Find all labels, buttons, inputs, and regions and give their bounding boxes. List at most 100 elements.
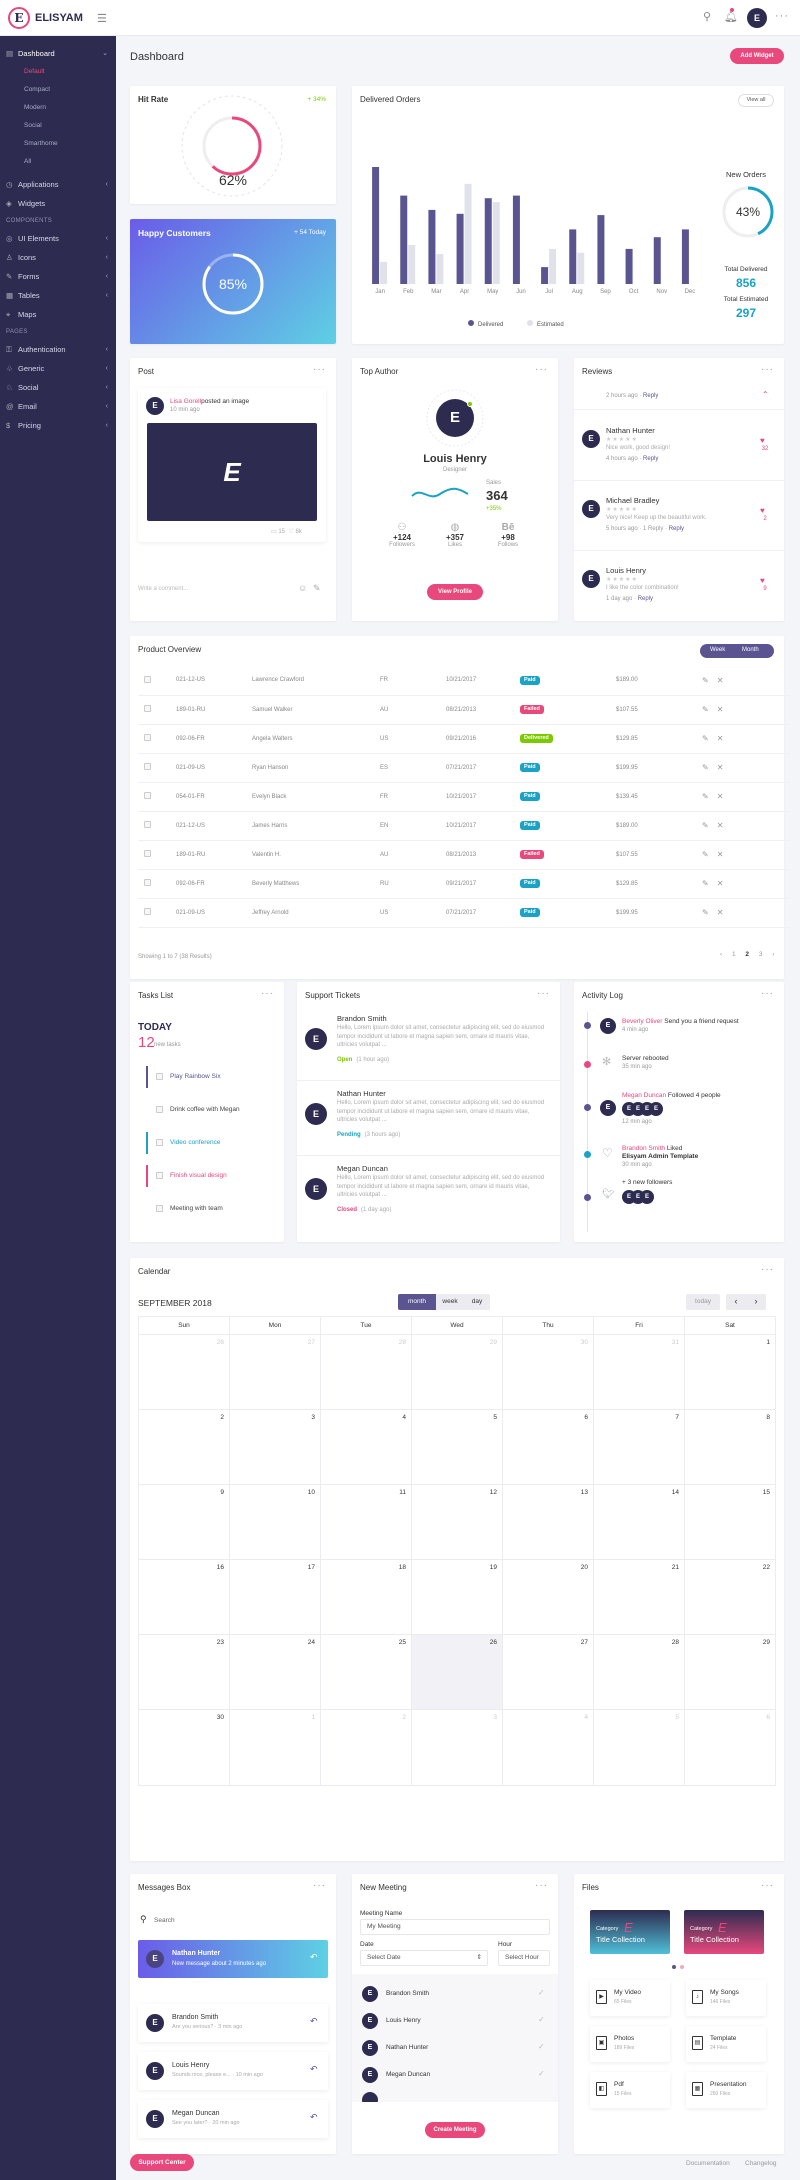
more-icon[interactable]: ···	[761, 1264, 774, 1275]
collection-card-1[interactable]: Category Title Collection E	[590, 1910, 670, 1954]
activity-target[interactable]: Elisyam Admin Template	[622, 1153, 698, 1160]
ticket-name[interactable]: Nathan Hunter	[337, 1089, 386, 1098]
avatar[interactable]: E	[305, 1103, 327, 1125]
calendar-day-cell[interactable]: 1	[230, 1710, 321, 1785]
page-2[interactable]: 2	[745, 951, 749, 958]
task-checkbox[interactable]	[156, 1172, 163, 1179]
calendar-day-cell[interactable]: 20	[503, 1560, 594, 1634]
message-search-input[interactable]: Search	[154, 1917, 175, 1924]
calendar-day-cell[interactable]: 26	[412, 1635, 503, 1709]
calendar-day-cell[interactable]: 25	[321, 1635, 412, 1709]
message-highlight[interactable]: E Nathan Hunter New message about 2 minu…	[138, 1940, 328, 1978]
search-icon[interactable]: ⚲	[703, 10, 711, 23]
view-day[interactable]: day	[464, 1294, 490, 1310]
sidebar-item-forms[interactable]: ✎ Forms ‹	[0, 267, 116, 286]
bar-estimated[interactable]	[577, 252, 585, 284]
bar-delivered[interactable]	[484, 198, 492, 284]
meeting-person[interactable]: E Megan Duncan ✓	[352, 2065, 558, 2087]
sidebar-item-pricing[interactable]: $ Pricing ‹	[0, 416, 116, 435]
task-item[interactable]: Meeting with team	[154, 1196, 294, 1222]
avatar[interactable]: E	[649, 1102, 663, 1116]
delete-icon[interactable]: ✕	[717, 676, 724, 685]
message-item[interactable]: E Louis Henry Sounds nice, please e... · 1…	[138, 2052, 328, 2090]
sidebar-sub-smarthome[interactable]: Smarthome	[0, 135, 116, 153]
next-icon[interactable]: ›	[772, 951, 774, 958]
view-profile-button[interactable]: View Profile	[427, 584, 483, 600]
calendar-day-cell[interactable]: 6	[685, 1710, 775, 1785]
edit-icon[interactable]: ✎	[702, 879, 709, 888]
reply-icon[interactable]: ↶	[310, 2112, 318, 2123]
meeting-name-input[interactable]: My Meeting	[360, 1919, 550, 1935]
calendar-day-cell[interactable]: 5	[412, 1410, 503, 1484]
calendar-day-cell[interactable]: 28	[594, 1635, 685, 1709]
sidebar-item-icons[interactable]: ♙ Icons ‹	[0, 248, 116, 267]
delete-icon[interactable]: ✕	[717, 705, 724, 714]
sidebar-sub-social[interactable]: Social	[0, 117, 116, 135]
post-author[interactable]: Lisa Gorell	[170, 398, 201, 405]
check-icon[interactable]: ✓	[538, 2015, 545, 2024]
page-3[interactable]: 3	[759, 951, 763, 958]
sidebar-item-widgets[interactable]: ◈ Widgets	[0, 194, 116, 213]
calendar-day-cell[interactable]: 3	[230, 1410, 321, 1484]
avatar[interactable]: E	[582, 430, 600, 448]
row-checkbox[interactable]	[144, 675, 151, 683]
bar-delivered[interactable]	[569, 229, 577, 284]
meeting-person[interactable]: E Nathan Hunter ✓	[352, 2038, 558, 2060]
changelog-link[interactable]: Changelog	[745, 2160, 776, 2167]
ticket-name[interactable]: Megan Duncan	[337, 1164, 388, 1173]
page-1[interactable]: 1	[732, 951, 736, 958]
calendar-day-cell[interactable]: 8	[685, 1410, 775, 1484]
task-checkbox[interactable]	[156, 1106, 163, 1113]
month-toggle[interactable]: Month	[742, 647, 759, 653]
calendar-day-cell[interactable]: 4	[503, 1710, 594, 1785]
bar-estimated[interactable]	[492, 202, 500, 284]
bar-estimated[interactable]	[408, 245, 416, 284]
calendar-day-cell[interactable]: 30	[139, 1710, 230, 1785]
calendar-day-cell[interactable]: 5	[594, 1710, 685, 1785]
calendar-day-cell[interactable]: 15	[685, 1485, 775, 1559]
task-checkbox[interactable]	[156, 1205, 163, 1212]
bar-delivered[interactable]	[681, 229, 689, 284]
edit-icon[interactable]: ✎	[702, 676, 709, 685]
more-icon[interactable]: ···	[761, 364, 774, 375]
delete-icon[interactable]: ✕	[717, 763, 724, 772]
activity-user[interactable]: Megan Duncan	[622, 1092, 666, 1099]
delete-icon[interactable]: ✕	[717, 792, 724, 801]
reply-link[interactable]: Reply	[669, 526, 684, 532]
meeting-person[interactable]: E Louis Henry ✓	[352, 2011, 558, 2033]
sidebar-item-generic[interactable]: ♧ Generic ‹	[0, 359, 116, 378]
sidebar-item-ui-elements[interactable]: ◎ UI Elements ‹	[0, 229, 116, 248]
row-checkbox[interactable]	[144, 879, 151, 886]
calendar-day-cell[interactable]: 14	[594, 1485, 685, 1559]
emoji-icon[interactable]: ☺	[298, 583, 307, 593]
heart-icon[interactable]: ♥	[760, 506, 765, 515]
bar-estimated[interactable]	[380, 261, 388, 284]
sidebar-item-dashboard[interactable]: ▤ Dashboard ⌄	[0, 44, 116, 63]
delete-icon[interactable]: ✕	[717, 908, 724, 917]
calendar-day-cell[interactable]: 4	[321, 1410, 412, 1484]
calendar-day-cell[interactable]: 29	[685, 1635, 775, 1709]
delete-icon[interactable]: ✕	[717, 821, 724, 830]
edit-icon[interactable]: ✎	[702, 908, 709, 917]
calendar-day-cell[interactable]: 19	[412, 1560, 503, 1634]
edit-icon[interactable]: ✎	[702, 705, 709, 714]
calendar-day-cell[interactable]: 23	[139, 1635, 230, 1709]
calendar-day-cell[interactable]: 2	[321, 1710, 412, 1785]
row-checkbox[interactable]	[144, 734, 151, 741]
sidebar-item-authentication[interactable]: ⚿ Authentication ‹	[0, 340, 116, 359]
bar-delivered[interactable]	[512, 195, 520, 284]
calendar-day-cell[interactable]: 29	[412, 1335, 503, 1409]
post-image[interactable]: E	[147, 423, 317, 521]
bar-delivered[interactable]	[653, 237, 661, 284]
check-icon[interactable]: ✓	[538, 2069, 545, 2078]
heart-icon[interactable]: ♥	[760, 576, 765, 585]
check-icon[interactable]: ✓	[538, 1988, 545, 1997]
prev-icon[interactable]: ‹	[720, 951, 722, 958]
sidebar-item-tables[interactable]: ▦ Tables ‹	[0, 286, 116, 305]
avatar[interactable]: E	[146, 397, 164, 415]
sidebar-item-maps[interactable]: ⌖ Maps	[0, 305, 116, 324]
support-center-button[interactable]: Support Center	[130, 2154, 194, 2171]
bar-estimated[interactable]	[464, 183, 472, 284]
calendar-day-cell[interactable]: 24	[230, 1635, 321, 1709]
avatar[interactable]: E	[640, 1190, 654, 1204]
